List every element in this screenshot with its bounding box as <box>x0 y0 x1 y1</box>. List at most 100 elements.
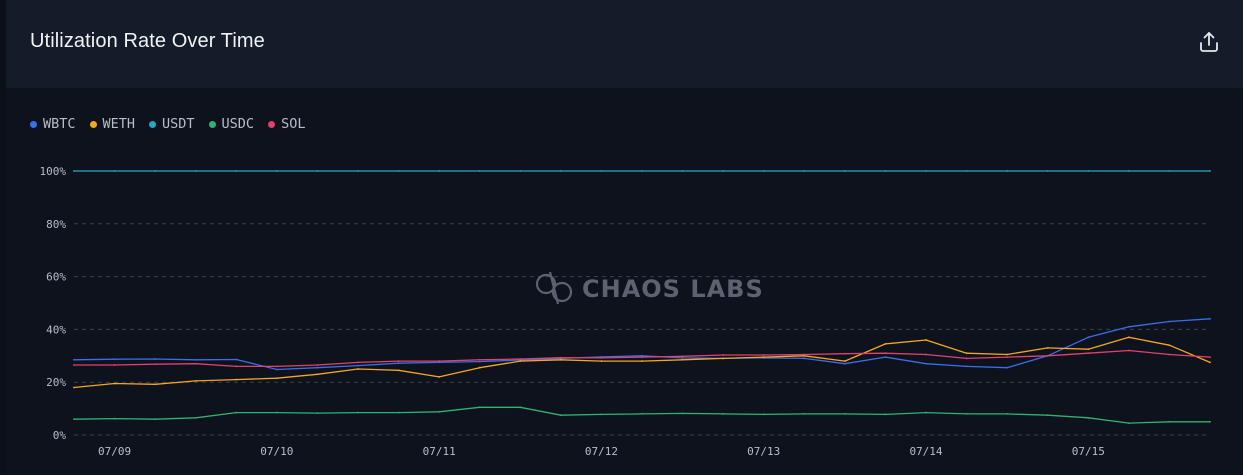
data-point <box>600 357 603 359</box>
data-point <box>641 412 643 415</box>
data-point <box>1087 170 1090 172</box>
data-point <box>762 354 765 356</box>
data-point <box>1006 353 1009 356</box>
data-point <box>194 416 197 419</box>
data-point <box>154 418 157 421</box>
chart-card: Utilization Rate Over Time WBTC WETH USD… <box>6 0 1243 475</box>
data-point <box>194 358 197 361</box>
data-point <box>1006 170 1009 172</box>
data-point <box>316 364 319 366</box>
data-point <box>600 170 603 172</box>
data-point <box>762 413 765 416</box>
data-point <box>600 413 603 416</box>
data-point <box>235 411 238 414</box>
data-point <box>154 383 157 386</box>
data-point <box>965 412 968 415</box>
series-wbtc <box>73 317 1211 371</box>
data-point <box>1006 366 1009 369</box>
data-point <box>1087 336 1090 339</box>
data-point <box>803 170 806 172</box>
data-point <box>1168 344 1171 347</box>
x-tick-label: 07/12 <box>585 445 618 458</box>
data-point <box>357 364 359 367</box>
data-point <box>438 376 441 378</box>
data-point <box>235 365 238 368</box>
data-point <box>357 368 359 370</box>
data-point <box>803 412 806 415</box>
data-point <box>154 170 157 172</box>
series-weth <box>73 336 1211 389</box>
x-tick-label: 07/13 <box>747 445 780 458</box>
data-point <box>965 357 968 360</box>
data-point <box>722 170 725 172</box>
data-point <box>884 343 887 345</box>
data-point <box>1006 412 1009 415</box>
data-point <box>965 365 968 368</box>
data-point <box>73 386 75 389</box>
data-point <box>681 412 684 415</box>
data-point <box>438 410 441 413</box>
data-point <box>113 170 116 172</box>
data-point <box>843 412 846 415</box>
data-point <box>154 358 157 360</box>
data-point <box>519 406 522 409</box>
data-point <box>235 170 238 172</box>
data-point <box>113 382 116 385</box>
x-tick-label: 07/14 <box>909 445 942 458</box>
data-point <box>1168 420 1171 423</box>
series-usdt <box>73 170 1211 172</box>
data-point <box>357 170 359 172</box>
data-point <box>1127 325 1130 328</box>
data-point <box>884 170 887 172</box>
x-tick-label: 07/11 <box>423 445 456 458</box>
data-point <box>1168 353 1171 356</box>
data-point <box>843 170 846 172</box>
data-point <box>113 417 116 420</box>
data-point <box>438 170 441 172</box>
data-point <box>275 368 278 371</box>
data-point <box>925 411 927 414</box>
series-line-usdc <box>73 406 1210 424</box>
data-point <box>438 360 441 362</box>
data-point <box>641 360 643 362</box>
data-point <box>925 362 927 365</box>
data-point <box>803 353 806 356</box>
series-line-weth <box>73 336 1211 389</box>
data-point <box>275 170 278 172</box>
data-point <box>194 170 197 172</box>
y-tick-label: 80% <box>46 218 66 231</box>
y-tick-label: 40% <box>46 323 66 336</box>
data-point <box>316 412 319 414</box>
data-point <box>884 356 887 359</box>
y-tick-label: 20% <box>46 376 66 389</box>
data-point <box>1046 170 1049 172</box>
data-point <box>275 377 278 380</box>
data-point <box>681 358 684 361</box>
y-tick-label: 60% <box>46 271 66 284</box>
data-point <box>843 362 846 365</box>
data-point <box>357 361 359 364</box>
data-point <box>641 170 643 172</box>
data-point <box>73 358 75 361</box>
data-point <box>1209 361 1211 364</box>
data-point <box>681 170 684 172</box>
data-point <box>478 360 481 363</box>
data-point <box>843 360 846 362</box>
data-point <box>681 355 684 358</box>
data-point <box>1209 317 1211 320</box>
data-point <box>73 170 75 172</box>
x-tick-label: 07/10 <box>260 445 293 458</box>
watermark-text: CHAOS LABS <box>582 275 764 303</box>
data-point <box>397 170 400 172</box>
data-point <box>194 379 197 382</box>
data-point <box>559 356 562 359</box>
data-point <box>1209 420 1211 423</box>
line-chart[interactable]: 0% 20% 40% 60% 80% 100% CHAOS LABS 07/09 07/10… <box>6 0 1243 475</box>
data-point <box>965 170 968 172</box>
data-point <box>113 364 116 366</box>
data-point <box>925 170 927 172</box>
data-point <box>1006 356 1009 359</box>
data-point <box>1127 422 1130 425</box>
data-point <box>559 358 562 361</box>
data-point <box>1046 346 1049 349</box>
